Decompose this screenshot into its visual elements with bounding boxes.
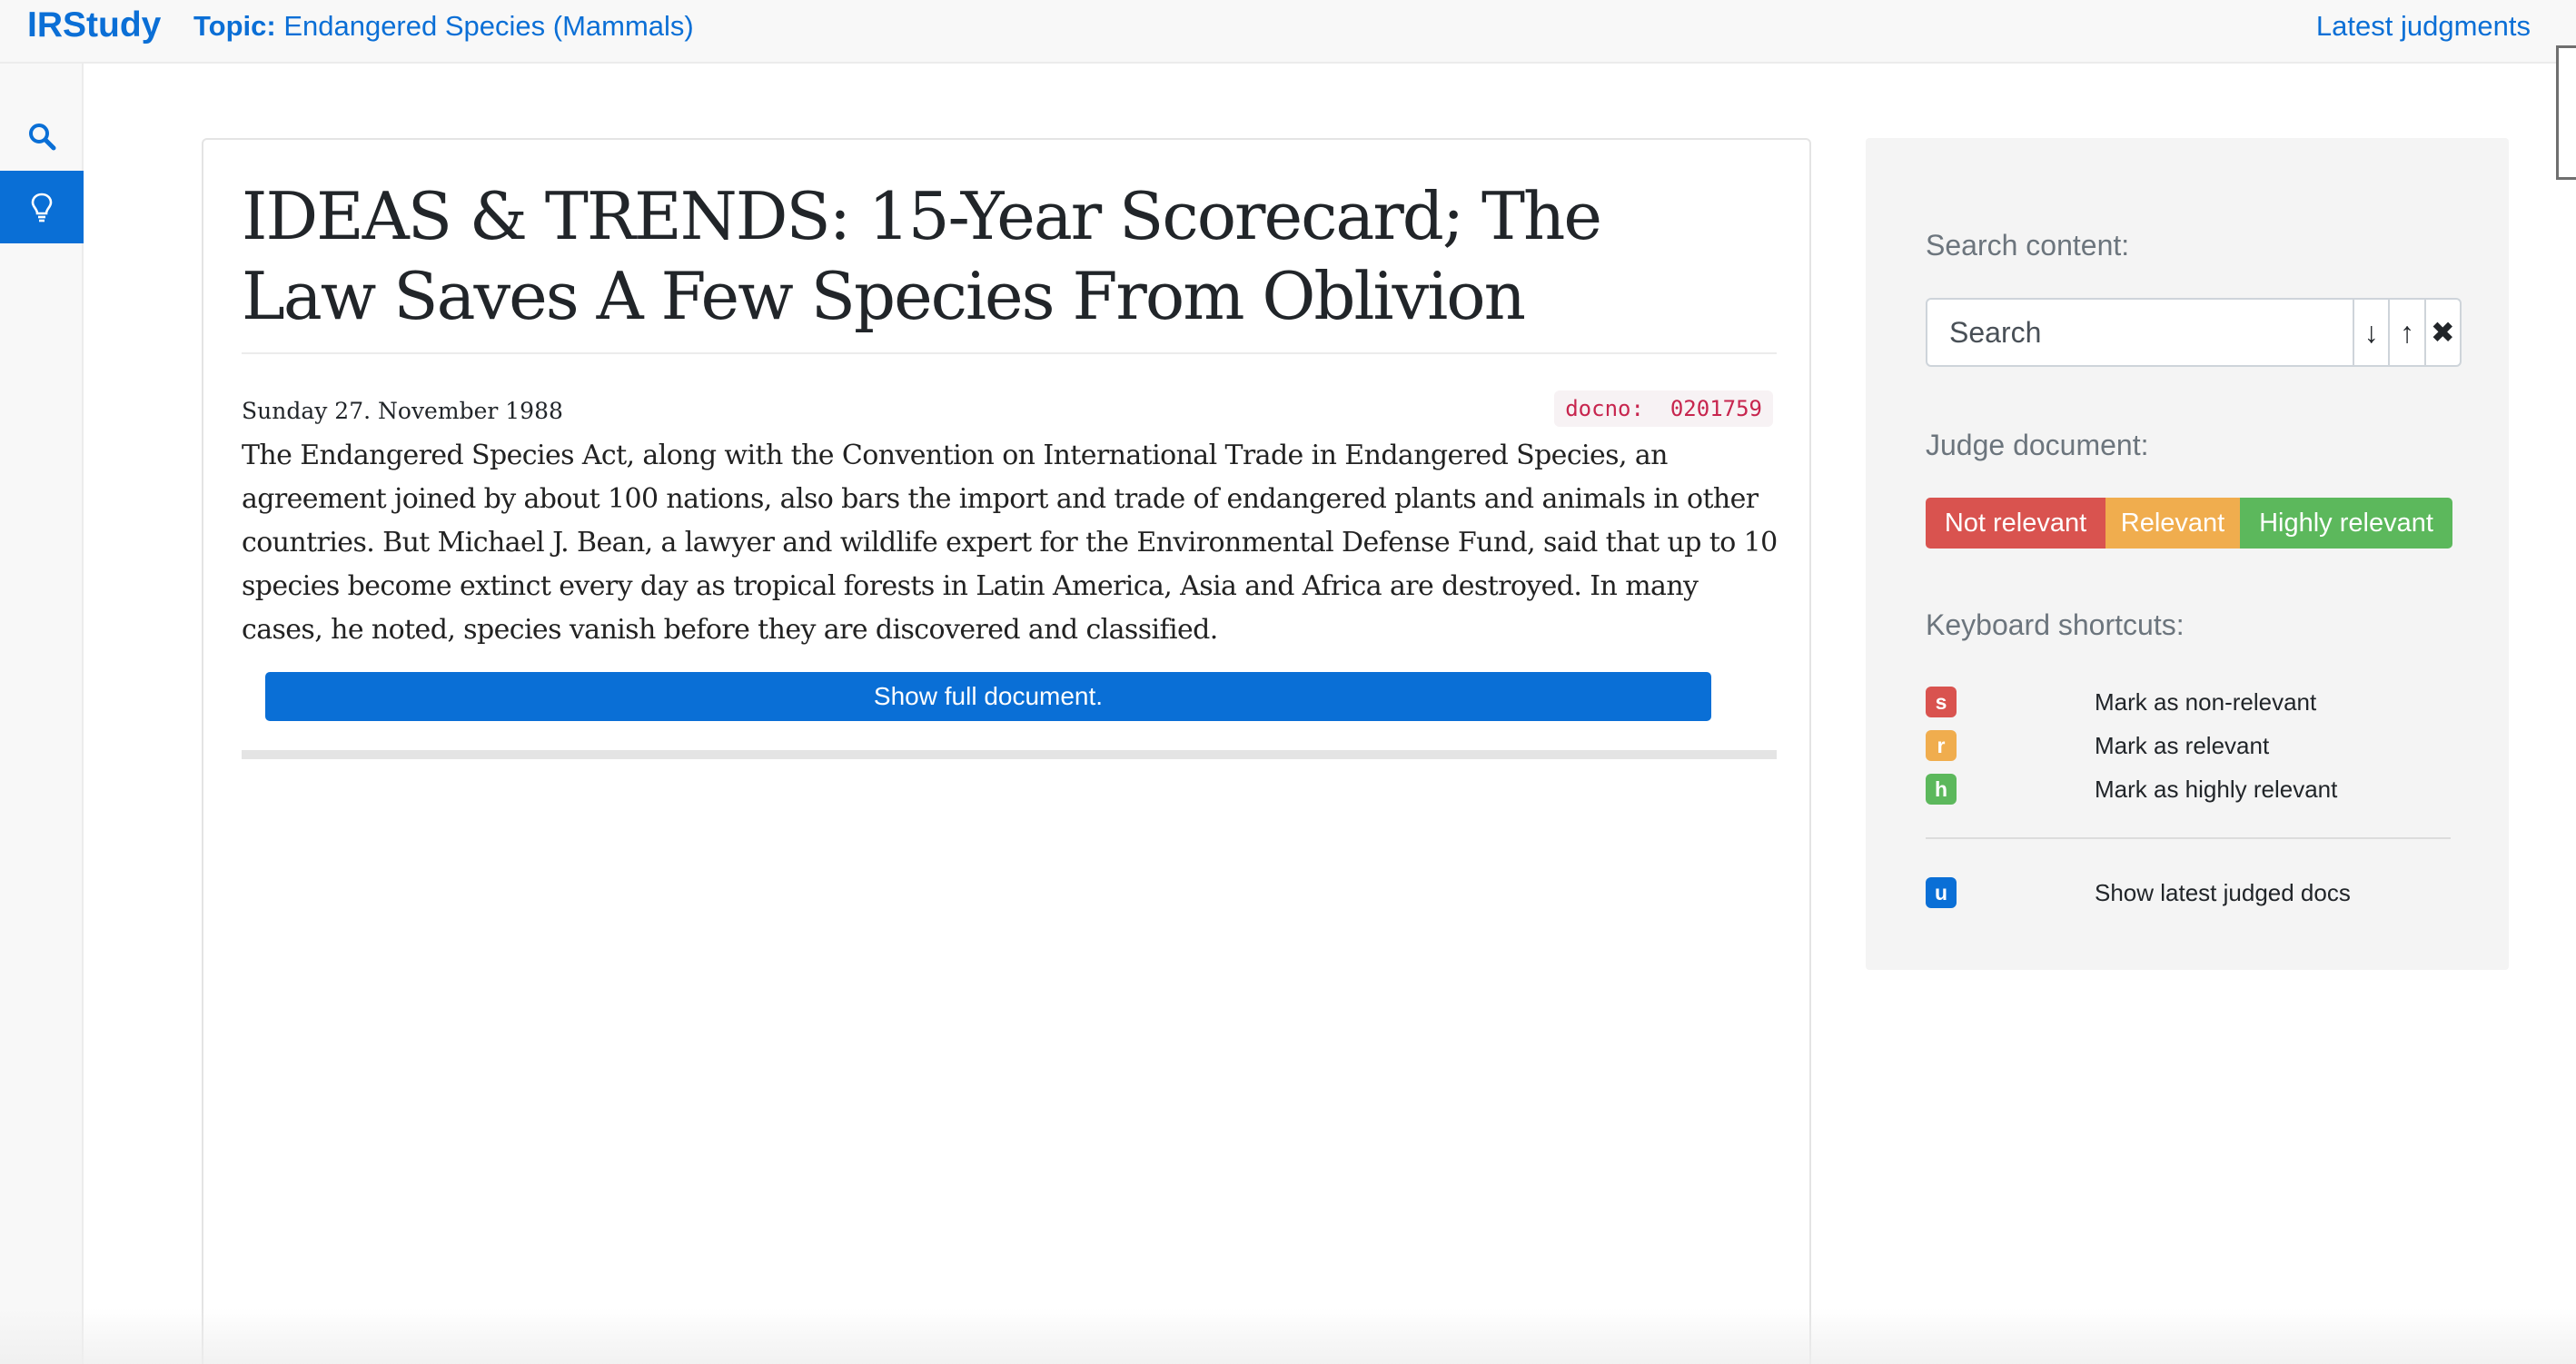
bottom-shadow [0, 1308, 2576, 1364]
highly-relevant-button[interactable]: Highly relevant [2240, 498, 2452, 549]
window-scrollbar[interactable] [2556, 45, 2576, 180]
document-date: Sunday 27. November 1988 [242, 398, 563, 424]
shortcut-label: Mark as non-relevant [2095, 688, 2317, 716]
relevant-button[interactable]: Relevant [2105, 498, 2240, 549]
sidebar-judge-button[interactable] [0, 171, 84, 243]
judgment-panel: Search content: ↓ ↑ ✖ Judge document: No… [1866, 138, 2509, 970]
shortcut-label: Mark as relevant [2095, 732, 2270, 759]
latest-judgments-link[interactable]: Latest judgments [2316, 10, 2531, 43]
search-input[interactable] [1927, 300, 2353, 365]
document-card: IDEAS & TRENDS: 15-Year Scorecard; The L… [202, 138, 1811, 1364]
title-divider [242, 352, 1777, 354]
docno-value: 0201759 [1669, 396, 1762, 421]
brand-logo[interactable]: IRStudy [27, 5, 161, 45]
shortcut-row: s Mark as non-relevant [1926, 687, 2471, 719]
show-full-document-button[interactable]: Show full document. [265, 672, 1711, 721]
shortcut-label: Show latest judged docs [2095, 879, 2351, 906]
shortcut-key-u: u [1926, 877, 1957, 908]
search-clear-button[interactable]: ✖ [2423, 300, 2460, 365]
shortcut-row: h Mark as highly relevant [1926, 774, 2471, 806]
shortcuts-divider [1926, 837, 2451, 839]
shortcut-row: r Mark as relevant [1926, 730, 2471, 763]
top-navbar: IRStudy Topic: Endangered Species (Mamma… [0, 0, 2576, 64]
judge-document-label: Judge document: [1926, 429, 2149, 461]
document-text: The Endangered Species Act, along with t… [242, 440, 1778, 646]
lightbulb-icon [31, 193, 53, 222]
sidebar-search-button[interactable] [0, 100, 84, 173]
not-relevant-button[interactable]: Not relevant [1926, 498, 2105, 549]
shortcut-key-s: s [1926, 687, 1957, 717]
search-icon [29, 124, 56, 151]
shortcut-key-h: h [1926, 774, 1957, 805]
shortcut-key-r: r [1926, 730, 1957, 761]
docno-label: docno: [1565, 396, 1644, 421]
document-title: IDEAS & TRENDS: 15-Year Scorecard; The L… [242, 178, 1602, 334]
shortcut-label: Mark as highly relevant [2095, 776, 2338, 803]
sidebar [0, 64, 84, 1364]
docno-badge: docno: 0201759 [1554, 390, 1773, 427]
shortcut-row: u Show latest judged docs [1926, 877, 2471, 910]
search-next-button[interactable]: ↓ [2353, 300, 2388, 365]
judge-button-group: Not relevant Relevant Highly relevant [1926, 498, 2452, 549]
search-prev-button[interactable]: ↑ [2388, 300, 2423, 365]
topic-value: Endangered Species (Mammals) [283, 10, 694, 42]
topic-label: Topic: [193, 10, 276, 42]
topic-title: Topic: Endangered Species (Mammals) [193, 10, 694, 43]
search-content-label: Search content: [1926, 229, 2130, 262]
keyboard-shortcuts-label: Keyboard shortcuts: [1926, 608, 2185, 641]
document-separator [242, 750, 1777, 759]
search-group: ↓ ↑ ✖ [1926, 298, 2462, 367]
